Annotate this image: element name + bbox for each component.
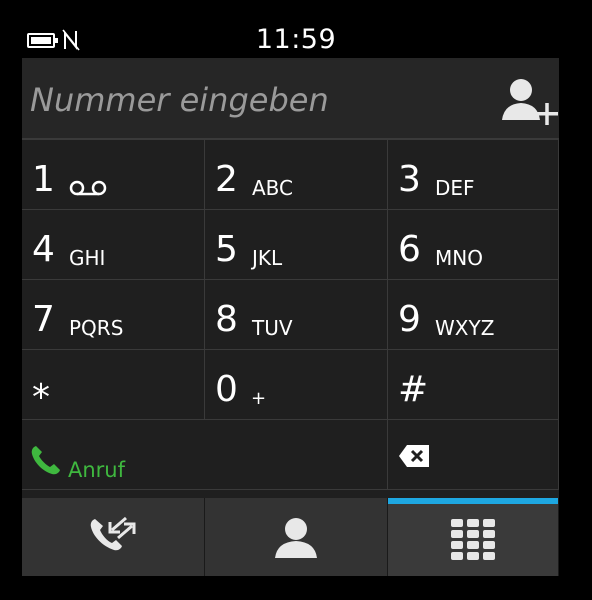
- key-letters: MNO: [435, 246, 483, 270]
- key-3[interactable]: 3 DEF: [388, 140, 559, 210]
- key-letters: GHI: [69, 246, 106, 270]
- key-letters: ABC: [252, 176, 294, 200]
- key-2[interactable]: 2 ABC: [205, 140, 388, 210]
- number-input[interactable]: [30, 78, 490, 122]
- active-tab-indicator: [388, 498, 558, 504]
- tab-keypad[interactable]: [388, 498, 559, 576]
- bottom-tab-bar: [22, 498, 559, 576]
- key-digit: 8: [215, 299, 238, 340]
- key-digit: #: [398, 369, 429, 410]
- key-digit: 3: [398, 159, 421, 200]
- key-digit: 4: [32, 229, 55, 270]
- key-letters: DEF: [435, 176, 475, 200]
- person-icon: [275, 518, 317, 558]
- key-letters: WXYZ: [435, 316, 495, 340]
- number-entry-bar: [22, 58, 559, 140]
- key-digit: 0: [215, 369, 238, 410]
- key-digit: 6: [398, 229, 421, 270]
- dialer-screen: 1 2 ABC 3 DEF 4 GHI 5 JKL 6 MNO: [22, 58, 559, 576]
- key-digit: 1: [32, 159, 55, 200]
- key-0[interactable]: 0 +: [205, 350, 388, 420]
- key-letters: PQRS: [69, 316, 124, 340]
- key-6[interactable]: 6 MNO: [388, 210, 559, 280]
- key-4[interactable]: 4 GHI: [22, 210, 205, 280]
- tab-recent-calls[interactable]: [22, 498, 205, 576]
- key-8[interactable]: 8 TUV: [205, 280, 388, 350]
- key-digit: 7: [32, 299, 55, 340]
- key-9[interactable]: 9 WXYZ: [388, 280, 559, 350]
- tab-contacts[interactable]: [205, 498, 388, 576]
- dialpad-icon: [451, 519, 495, 561]
- voicemail-icon: [69, 180, 107, 196]
- key-digit: 5: [215, 229, 238, 270]
- backspace-icon: [399, 445, 429, 467]
- key-digit: *: [32, 377, 50, 418]
- key-1[interactable]: 1: [22, 140, 205, 210]
- status-bar: 11:59: [0, 0, 592, 56]
- key-star[interactable]: *: [22, 350, 205, 420]
- key-hash[interactable]: #: [388, 350, 559, 420]
- status-clock: 11:59: [255, 24, 337, 55]
- call-log-icon: [90, 516, 136, 551]
- call-button[interactable]: Anruf: [22, 420, 388, 490]
- backspace-button[interactable]: [388, 420, 559, 490]
- phone-icon: [31, 446, 60, 475]
- key-5[interactable]: 5 JKL: [205, 210, 388, 280]
- key-7[interactable]: 7 PQRS: [22, 280, 205, 350]
- add-contact-icon[interactable]: [500, 70, 558, 130]
- key-letters: TUV: [252, 316, 293, 340]
- keypad: 1 2 ABC 3 DEF 4 GHI 5 JKL 6 MNO 7 PQRS 8…: [22, 140, 559, 490]
- key-letters: +: [251, 388, 267, 409]
- call-label: Anruf: [68, 458, 126, 482]
- key-digit: 9: [398, 299, 421, 340]
- key-letters: JKL: [252, 246, 283, 270]
- key-digit: 2: [215, 159, 238, 200]
